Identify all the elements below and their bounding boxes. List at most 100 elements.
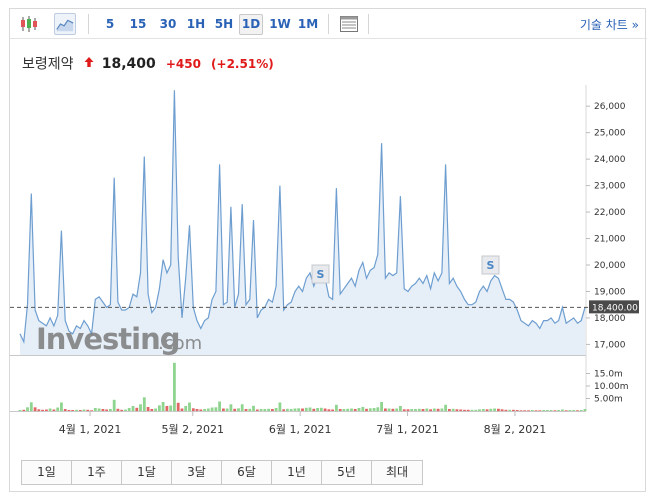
volume-bar — [191, 408, 195, 412]
range-1-week[interactable]: 1주 — [72, 461, 122, 484]
volume-bar — [583, 409, 587, 411]
volume-bar — [564, 410, 568, 412]
volume-bar — [512, 409, 515, 412]
volume-bar — [338, 409, 342, 411]
volume-tick-label: 10.00m — [594, 382, 629, 392]
volume-bar — [538, 410, 542, 412]
volume-bar — [63, 409, 67, 411]
volume-bar — [519, 410, 523, 412]
volume-bar — [353, 409, 357, 411]
watermark-suffix: .com — [158, 333, 202, 354]
volume-bar — [267, 408, 270, 412]
volume-bar — [530, 410, 534, 411]
volume-bar — [71, 410, 75, 411]
volume-bar — [37, 409, 41, 412]
volume-bar — [210, 407, 214, 411]
range-1-day[interactable]: 1일 — [22, 461, 72, 484]
volume-bar — [165, 406, 169, 411]
volume-bar — [158, 405, 161, 412]
volume-bar — [319, 407, 323, 412]
volume-bar — [109, 409, 112, 411]
volume-bar — [478, 409, 481, 412]
range-max[interactable]: 최대 — [372, 461, 422, 484]
volume-bar — [222, 408, 225, 411]
volume-bar — [459, 409, 463, 411]
volume-bar — [248, 408, 252, 412]
y-tick-label: 22,000 — [594, 208, 626, 218]
volume-bar — [286, 408, 289, 412]
range-1-year[interactable]: 1년 — [272, 461, 322, 484]
volume-bar — [523, 410, 527, 412]
volume-bar — [218, 401, 221, 411]
volume-bar — [304, 407, 308, 412]
volume-bar — [368, 408, 372, 412]
range-3-months[interactable]: 3달 — [172, 461, 222, 484]
volume-bar — [45, 409, 48, 411]
volume-bar — [252, 405, 255, 412]
y-tick-label: 17,000 — [594, 340, 626, 350]
x-axis-ticks: 4월 1, 2021 5월 2, 2021 6월 1, 2021 7월 1, 2021… — [59, 412, 547, 436]
volume-bar — [240, 404, 244, 412]
volume-bar — [481, 409, 485, 411]
volume-bar — [60, 402, 63, 411]
volume-bar — [180, 408, 184, 411]
last-price-marker-label: 18,400.00 — [592, 303, 638, 313]
x-tick-label: 4월 1, 2021 — [59, 423, 122, 436]
volume-tick-label: 15.0m — [594, 370, 623, 380]
volume-bar — [22, 409, 26, 412]
y-tick-label: 23,000 — [594, 182, 626, 192]
volume-bar — [489, 408, 493, 412]
volume-bar — [497, 408, 500, 412]
volume-bar — [78, 410, 82, 411]
volume-bar — [429, 409, 432, 412]
volume-bar — [542, 410, 545, 411]
volume-bar — [421, 409, 425, 411]
volume-bar — [135, 407, 139, 412]
volume-bar — [282, 409, 286, 412]
volume-bar — [508, 409, 512, 412]
volume-bar — [301, 408, 304, 411]
price-chart[interactable]: 26,000 25,000 24,000 23,000 22,000 21,000 20,0… — [10, 9, 647, 451]
volume-bar — [146, 407, 150, 411]
y-tick-label: 25,000 — [594, 129, 626, 139]
volume-bar — [308, 407, 312, 411]
investing-watermark: Investing .com — [36, 322, 202, 356]
x-tick-label: 7월 1, 2021 — [376, 423, 439, 436]
volume-bar — [289, 409, 293, 411]
volume-bar — [485, 409, 489, 412]
volume-bar — [97, 408, 101, 411]
volume-bar — [342, 409, 346, 411]
volume-bar — [274, 408, 278, 411]
volume-bar — [169, 405, 173, 411]
volume-bar — [214, 407, 218, 412]
volume-bar — [466, 409, 470, 412]
volume-bar — [436, 408, 440, 412]
range-5-years[interactable]: 5년 — [322, 461, 372, 484]
split-marker[interactable]: S — [311, 264, 330, 284]
volume-bar — [414, 409, 417, 411]
volume-bar — [229, 404, 233, 412]
split-marker-label: S — [487, 259, 495, 272]
volume-bar — [259, 409, 263, 411]
volume-bar — [545, 410, 549, 411]
volume-bar — [195, 409, 199, 411]
volume-bar — [576, 410, 579, 412]
volume-bar — [112, 399, 116, 412]
y-tick-label: 20,000 — [594, 261, 626, 271]
time-range-selector: 1일 1주 1달 3달 6달 1년 5년 최대 — [21, 460, 423, 485]
y-tick-label: 18,000 — [594, 314, 626, 324]
volume-bar — [33, 407, 37, 412]
volume-bar — [376, 407, 380, 412]
range-1-month[interactable]: 1달 — [122, 461, 172, 484]
x-tick-label: 8월 2, 2021 — [484, 423, 547, 436]
volume-bar — [323, 408, 327, 411]
volume-bar — [297, 408, 301, 412]
volume-bar — [82, 409, 86, 411]
volume-bar — [75, 409, 78, 412]
range-6-months[interactable]: 6달 — [222, 461, 272, 484]
volume-bar — [139, 404, 142, 412]
split-marker[interactable]: S — [481, 255, 500, 275]
volume-bar — [557, 410, 560, 411]
volume-bar — [131, 406, 135, 411]
volume-bar — [184, 406, 188, 411]
